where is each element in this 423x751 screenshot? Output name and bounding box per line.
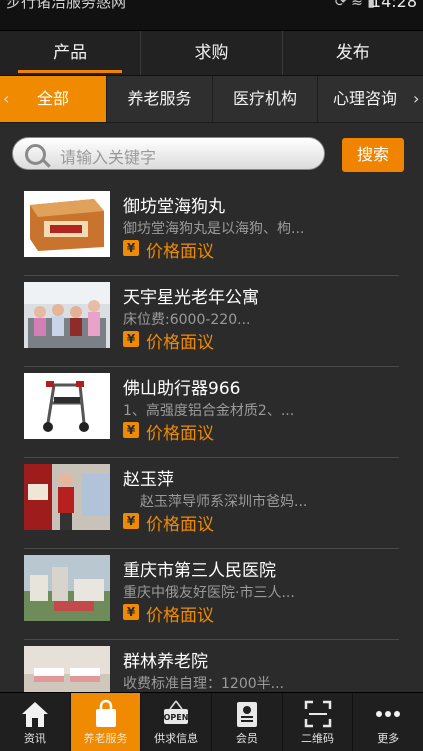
product-thumbnail xyxy=(24,373,110,439)
home-icon xyxy=(21,702,48,727)
list-item[interactable]: 佛山助行器966 1、高强度铝合金材质2、... ¥ 价格面议 xyxy=(0,367,423,458)
product-thumbnail xyxy=(24,464,110,530)
nav-label: 更多 xyxy=(377,732,400,745)
item-description: 御坊堂海狗丸是以海狗、枸... xyxy=(123,221,305,237)
price-text: 价格面议 xyxy=(146,424,214,444)
product-thumbnail xyxy=(24,191,110,257)
status-notification-text: 步行诸洁服务惑网 xyxy=(6,0,127,11)
list-item[interactable]: 群林养老院 收费标准自理：1200半... xyxy=(0,640,423,692)
price-text: 价格面议 xyxy=(146,515,214,535)
product-thumbnail xyxy=(24,282,110,348)
chevron-right-icon[interactable]: › xyxy=(413,76,419,122)
nav-more[interactable]: 更多 xyxy=(353,693,423,751)
search-icon xyxy=(25,144,46,165)
yen-icon: ¥ xyxy=(123,331,139,347)
tab-publish[interactable]: 发布 xyxy=(283,31,423,75)
chevron-left-icon[interactable]: ‹ xyxy=(3,76,9,122)
product-thumbnail xyxy=(24,555,110,621)
item-title: 赵玉萍 xyxy=(123,470,174,490)
price-text: 价格面议 xyxy=(146,333,214,353)
nav-label: 二维码 xyxy=(301,732,335,745)
yen-icon: ¥ xyxy=(123,240,139,256)
item-title: 御坊堂海狗丸 xyxy=(123,197,225,217)
item-description: 1、高强度铝合金材质2、... xyxy=(123,403,295,419)
search-row: 请输入关键字 搜索 xyxy=(0,123,423,185)
top-tab-bar: 产品 求购 发布 xyxy=(0,31,423,76)
svg-text:OPEN: OPEN xyxy=(164,713,189,722)
search-button[interactable]: 搜索 xyxy=(342,138,404,172)
id-card-icon xyxy=(236,702,257,727)
nav-elderly-care[interactable]: 养老服务 xyxy=(70,693,142,751)
list-item[interactable]: 重庆市第三人民医院 重庆中俄友好医院·市三人... ¥ 价格面议 xyxy=(0,549,423,640)
category-label: 心理咨询 xyxy=(332,89,397,108)
more-dots-icon xyxy=(376,711,401,717)
yen-icon: ¥ xyxy=(123,422,139,438)
item-description: 重庆中俄友好医院·市三人... xyxy=(123,585,295,601)
price-text: 价格面议 xyxy=(146,242,214,262)
search-placeholder: 请输入关键字 xyxy=(60,148,157,167)
nav-label: 会员 xyxy=(235,732,258,745)
nav-member[interactable]: 会员 xyxy=(212,693,283,751)
tab-products[interactable]: 产品 xyxy=(0,31,142,75)
search-input[interactable]: 请输入关键字 xyxy=(12,137,325,170)
item-title: 群林养老院 xyxy=(123,652,208,672)
list-item[interactable]: 天宇星光老年公寓 床位费:6000-220... ¥ 价格面议 xyxy=(0,276,423,367)
status-bar: 步行诸洁服务惑网 ⟳ ≋ ▮ 14:28 xyxy=(0,0,423,31)
category-medical[interactable]: 医疗机构 xyxy=(213,76,318,122)
status-clock: 14:28 xyxy=(370,0,417,11)
bottom-nav: 资讯 养老服务 OPEN 供求信息 会员 二维码 更多 xyxy=(0,692,423,751)
item-description: 床位费:6000-220... xyxy=(123,312,251,328)
price-text: 价格面议 xyxy=(146,606,214,626)
list-item[interactable]: 御坊堂海狗丸 御坊堂海狗丸是以海狗、枸... ¥ 价格面议 xyxy=(0,185,423,276)
tab-label: 求购 xyxy=(194,43,229,63)
category-strip: 全部 ‹ 养老服务 医疗机构 心理咨询 › xyxy=(0,76,423,123)
item-title: 重庆市第三人民医院 xyxy=(123,561,276,581)
nav-qr-code[interactable]: 二维码 xyxy=(283,693,354,751)
item-description: 收费标准自理：1200半... xyxy=(123,676,284,692)
item-title: 佛山助行器966 xyxy=(123,379,241,399)
open-sign-icon: OPEN xyxy=(164,700,189,724)
product-list: 御坊堂海狗丸 御坊堂海狗丸是以海狗、枸... ¥ 价格面议 天宇星光老年公寓 床… xyxy=(0,185,423,692)
item-title: 天宇星光老年公寓 xyxy=(123,288,259,308)
signal-icons: ⟳ ≋ ▮ xyxy=(334,0,375,10)
nav-supply-demand[interactable]: OPEN 供求信息 xyxy=(141,693,213,751)
product-thumbnail xyxy=(24,646,110,692)
nav-label: 养老服务 xyxy=(83,732,128,745)
item-description: 赵玉萍导师系深圳市爸妈... xyxy=(140,494,308,510)
yen-icon: ¥ xyxy=(123,513,139,529)
nav-label: 供求信息 xyxy=(154,732,199,745)
category-label: 全部 xyxy=(36,89,69,108)
tab-purchase-requests[interactable]: 求购 xyxy=(141,31,283,75)
qr-scan-icon xyxy=(304,700,331,728)
nav-label: 资讯 xyxy=(23,732,46,745)
yen-icon: ¥ xyxy=(123,604,139,620)
tab-label: 产品 xyxy=(53,43,88,63)
list-item[interactable]: 赵玉萍 赵玉萍导师系深圳市爸妈... ¥ 价格面议 xyxy=(0,458,423,549)
nav-news[interactable]: 资讯 xyxy=(0,693,71,751)
tab-label: 发布 xyxy=(335,43,370,63)
category-psychology[interactable]: 心理咨询 xyxy=(318,76,412,122)
category-label: 养老服务 xyxy=(127,89,192,108)
category-elderly-care[interactable]: 养老服务 xyxy=(107,76,213,122)
category-label: 医疗机构 xyxy=(232,89,297,108)
category-all[interactable]: 全部 xyxy=(0,76,107,122)
shopping-bag-icon xyxy=(95,699,116,727)
